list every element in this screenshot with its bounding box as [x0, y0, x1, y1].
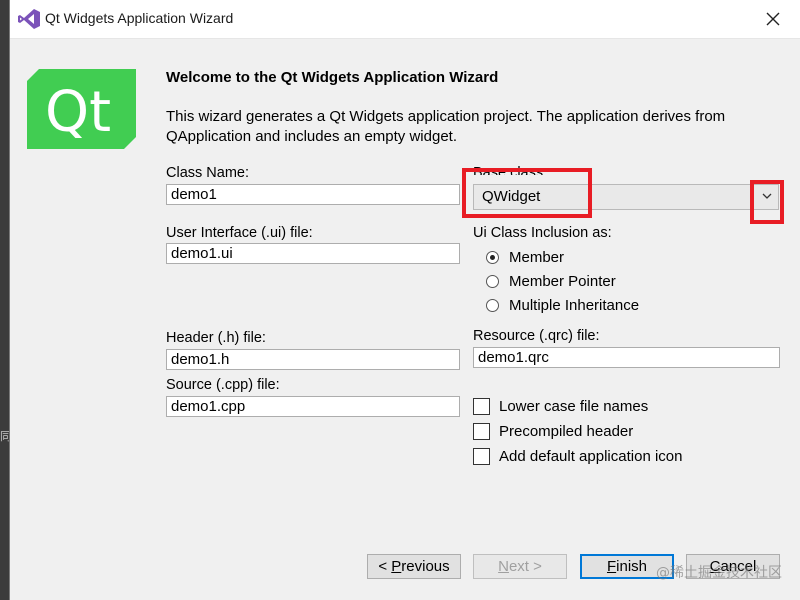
header-file-label: Header (.h) file: [166, 330, 266, 346]
close-icon[interactable] [762, 8, 784, 30]
class-name-input[interactable]: demo1 [166, 184, 460, 205]
button-mnemonic: F [606, 558, 617, 575]
checkbox-label: Lower case file names [499, 397, 649, 415]
radio-label: Member [509, 248, 565, 266]
wizard-dialog: Qt Widgets Application Wizard Qt Welcome… [9, 0, 800, 600]
class-name-label: Class Name: [166, 165, 249, 181]
finish-button[interactable]: Finish [580, 554, 674, 579]
button-mnemonic: C [709, 558, 721, 575]
ui-file-input[interactable]: demo1.ui [166, 243, 460, 264]
button-label: revious [401, 558, 450, 575]
title-bar: Qt Widgets Application Wizard [10, 0, 800, 39]
qt-logo-text: Qt [45, 80, 111, 145]
header-file-input[interactable]: demo1.h [166, 349, 460, 370]
radio-label: Multiple Inheritance [509, 296, 640, 314]
ui-file-label: User Interface (.ui) file: [166, 225, 313, 241]
window-title: Qt Widgets Application Wizard [45, 10, 234, 26]
checkbox-precompiled-header[interactable]: Precompiled header [473, 421, 633, 441]
radio-indicator[interactable] [486, 274, 499, 288]
checkbox-box[interactable] [473, 447, 490, 465]
checkbox-label: Precompiled header [499, 422, 634, 440]
resource-file-input[interactable]: demo1.qrc [473, 347, 780, 368]
visual-studio-icon [18, 9, 40, 29]
button-prefix: < [378, 558, 392, 575]
base-class-combo[interactable]: QWidget [473, 184, 779, 210]
page-heading: Welcome to the Qt Widgets Application Wi… [166, 69, 499, 86]
button-mnemonic: P [391, 558, 402, 575]
resource-file-label: Resource (.qrc) file: [473, 328, 600, 344]
cancel-button[interactable]: Cancel [686, 554, 780, 579]
previous-button[interactable]: < Previous [367, 554, 461, 579]
checkbox-label: Add default application icon [499, 447, 683, 465]
qt-logo: Qt [27, 69, 136, 149]
page-description: This wizard generates a Qt Widgets appli… [166, 108, 726, 145]
base-class-label: Base class: [473, 165, 548, 175]
button-mnemonic: N [498, 558, 509, 575]
radio-indicator[interactable] [486, 298, 499, 312]
next-button[interactable]: Next > [473, 554, 567, 579]
base-class-value: QWidget [482, 188, 541, 205]
button-label: ext > [508, 558, 542, 575]
button-label: ancel [720, 558, 757, 575]
radio-member[interactable]: Member [486, 247, 564, 267]
button-label: inish [616, 558, 648, 575]
radio-indicator[interactable] [486, 250, 499, 264]
chevron-down-icon[interactable] [760, 189, 774, 203]
radio-label: Member Pointer [509, 272, 616, 290]
radio-member-pointer[interactable]: Member Pointer [486, 271, 616, 291]
checkbox-default-icon[interactable]: Add default application icon [473, 446, 682, 466]
checkbox-box[interactable] [473, 397, 490, 415]
radio-multiple-inheritance[interactable]: Multiple Inheritance [486, 295, 639, 315]
inclusion-label: Ui Class Inclusion as: [473, 225, 612, 241]
checkbox-lower-case[interactable]: Lower case file names [473, 396, 648, 416]
checkbox-box[interactable] [473, 422, 490, 440]
source-file-input[interactable]: demo1.cpp [166, 396, 460, 417]
source-file-label: Source (.cpp) file: [166, 377, 280, 393]
